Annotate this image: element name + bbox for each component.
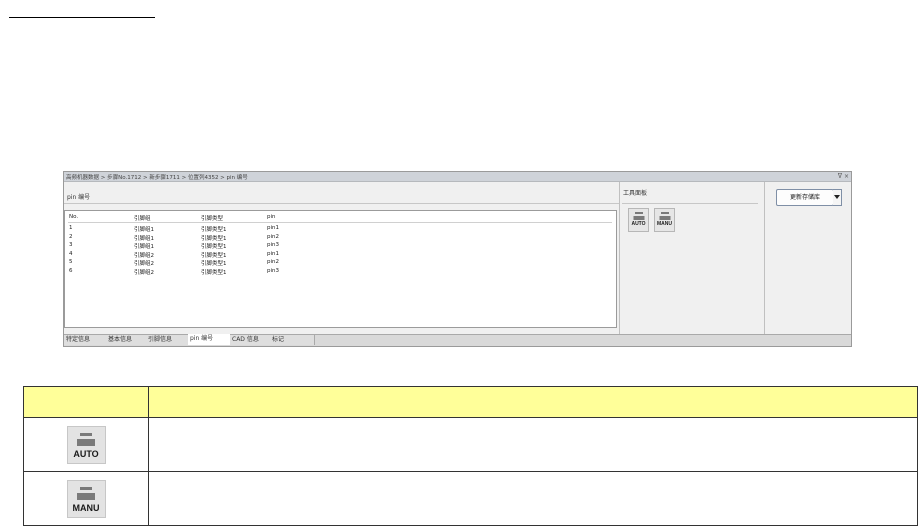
cell-pin: pin2: [267, 259, 280, 265]
cell-no: 6: [69, 267, 73, 274]
cell-no: 1: [69, 225, 73, 231]
update-repository-button[interactable]: 更新存储库: [776, 189, 834, 206]
legend-desc-cell: [148, 471, 918, 526]
cell-pin-type: 引脚类型1: [201, 269, 227, 276]
top-rule: [9, 17, 155, 18]
table-row[interactable]: 5 引脚组2 引脚类型1 pin2: [68, 258, 612, 267]
legend-icon-cell: MANU: [23, 471, 149, 526]
cell-pin: pin1: [267, 225, 280, 231]
breadcrumb: 高频机器数据 > 步骤No.1712 > 新步骤1711 > 位置列4352 >…: [66, 175, 248, 181]
pane-title: pin 编号: [67, 194, 91, 201]
icon-bar: [80, 432, 92, 436]
cell-no: 3: [69, 242, 73, 248]
manu-icon: MANU: [655, 209, 674, 231]
repository-pane: 更新存储库: [765, 182, 851, 334]
tool-panel: 工具面板 AUTO MANU: [620, 182, 765, 334]
pin-table[interactable]: No. 引脚组 引脚类型 pin 1 引脚组1 引脚类型1 pin1 2 引脚组…: [64, 210, 617, 328]
table-header: No. 引脚组 引脚类型 pin: [68, 213, 612, 223]
icon-body: [659, 216, 670, 220]
tab-specific-info[interactable]: 特定信息: [64, 335, 107, 345]
tab-pin-number[interactable]: pin 编号: [188, 334, 231, 345]
pane-divider: [64, 203, 619, 204]
update-dropdown-button[interactable]: [833, 189, 842, 206]
close-icon[interactable]: ×: [844, 172, 849, 181]
manu-icon-label: MANU: [72, 502, 100, 513]
icon-bar: [660, 212, 669, 214]
pin-icon[interactable]: ᐁ: [838, 172, 842, 181]
auto-button[interactable]: AUTO: [628, 208, 649, 232]
table-row[interactable]: 1 引脚组1 引脚类型1 pin1: [68, 224, 612, 233]
table-row[interactable]: 2 引脚组1 引脚类型1 pin2: [68, 233, 612, 242]
icon-body: [633, 216, 644, 220]
tab-bar: 特定信息 基本信息 引脚信息 pin 编号 CAD 信息 标记: [64, 334, 851, 346]
manu-icon: MANU: [66, 479, 106, 518]
column-header-pin[interactable]: pin: [267, 214, 276, 220]
legend-desc-cell: [148, 417, 918, 472]
auto-icon: AUTO: [66, 425, 106, 464]
manu-button[interactable]: MANU: [654, 208, 675, 232]
chevron-down-icon: [834, 195, 840, 199]
cell-no: 5: [69, 259, 73, 265]
auto-icon-label: AUTO: [73, 448, 99, 459]
cell-pin: pin3: [267, 242, 280, 248]
title-bar: 高频机器数据 > 步骤No.1712 > 新步骤1711 > 位置列4352 >…: [64, 172, 851, 182]
table-row[interactable]: 4 引脚组2 引脚类型1 pin1: [68, 250, 612, 259]
legend-header-icon-cell: [23, 386, 149, 418]
auto-icon: AUTO: [629, 209, 648, 231]
cell-no: 4: [69, 250, 73, 257]
icon-bar: [80, 486, 92, 490]
column-header-pin-group[interactable]: 引脚组: [134, 214, 151, 222]
column-header-pin-type[interactable]: 引脚类型: [201, 214, 223, 222]
icon-body: [77, 492, 95, 500]
cell-no: 2: [69, 233, 73, 240]
tool-panel-divider: [622, 203, 758, 204]
table-row[interactable]: 6 引脚组2 引脚类型1 pin3: [68, 267, 612, 276]
legend-header-row: [23, 386, 918, 418]
legend-header-desc-cell: [148, 386, 918, 418]
table-row[interactable]: 3 引脚组1 引脚类型1 pin3: [68, 241, 612, 250]
legend-row: AUTO: [23, 417, 918, 472]
legend-icon-cell: AUTO: [23, 417, 149, 472]
cell-pin: pin1: [267, 250, 280, 257]
cell-pin: pin2: [267, 233, 280, 240]
tool-panel-title: 工具面板: [623, 190, 648, 197]
cell-pin-group: 引脚组2: [134, 269, 154, 276]
cell-pin: pin3: [267, 267, 280, 274]
auto-icon-label: AUTO: [631, 221, 646, 227]
column-header-no[interactable]: No.: [69, 214, 78, 220]
pin-number-pane: pin 编号 No. 引脚组 引脚类型 pin 1 引脚组1 引脚类型1 pin…: [64, 182, 620, 334]
legend-row: MANU: [23, 471, 918, 526]
icon-legend-table: AUTO MANU: [23, 386, 918, 526]
app-window: 高频机器数据 > 步骤No.1712 > 新步骤1711 > 位置列4352 >…: [63, 171, 852, 347]
icon-body: [77, 438, 95, 446]
tab-pin-info[interactable]: 引脚信息: [146, 335, 189, 345]
icon-bar: [634, 212, 643, 214]
tab-cad-info[interactable]: CAD 信息: [230, 335, 271, 345]
manu-icon-label: MANU: [657, 221, 672, 227]
tab-mark[interactable]: 标记: [270, 335, 315, 345]
tab-basic-info[interactable]: 基本信息: [106, 335, 147, 345]
